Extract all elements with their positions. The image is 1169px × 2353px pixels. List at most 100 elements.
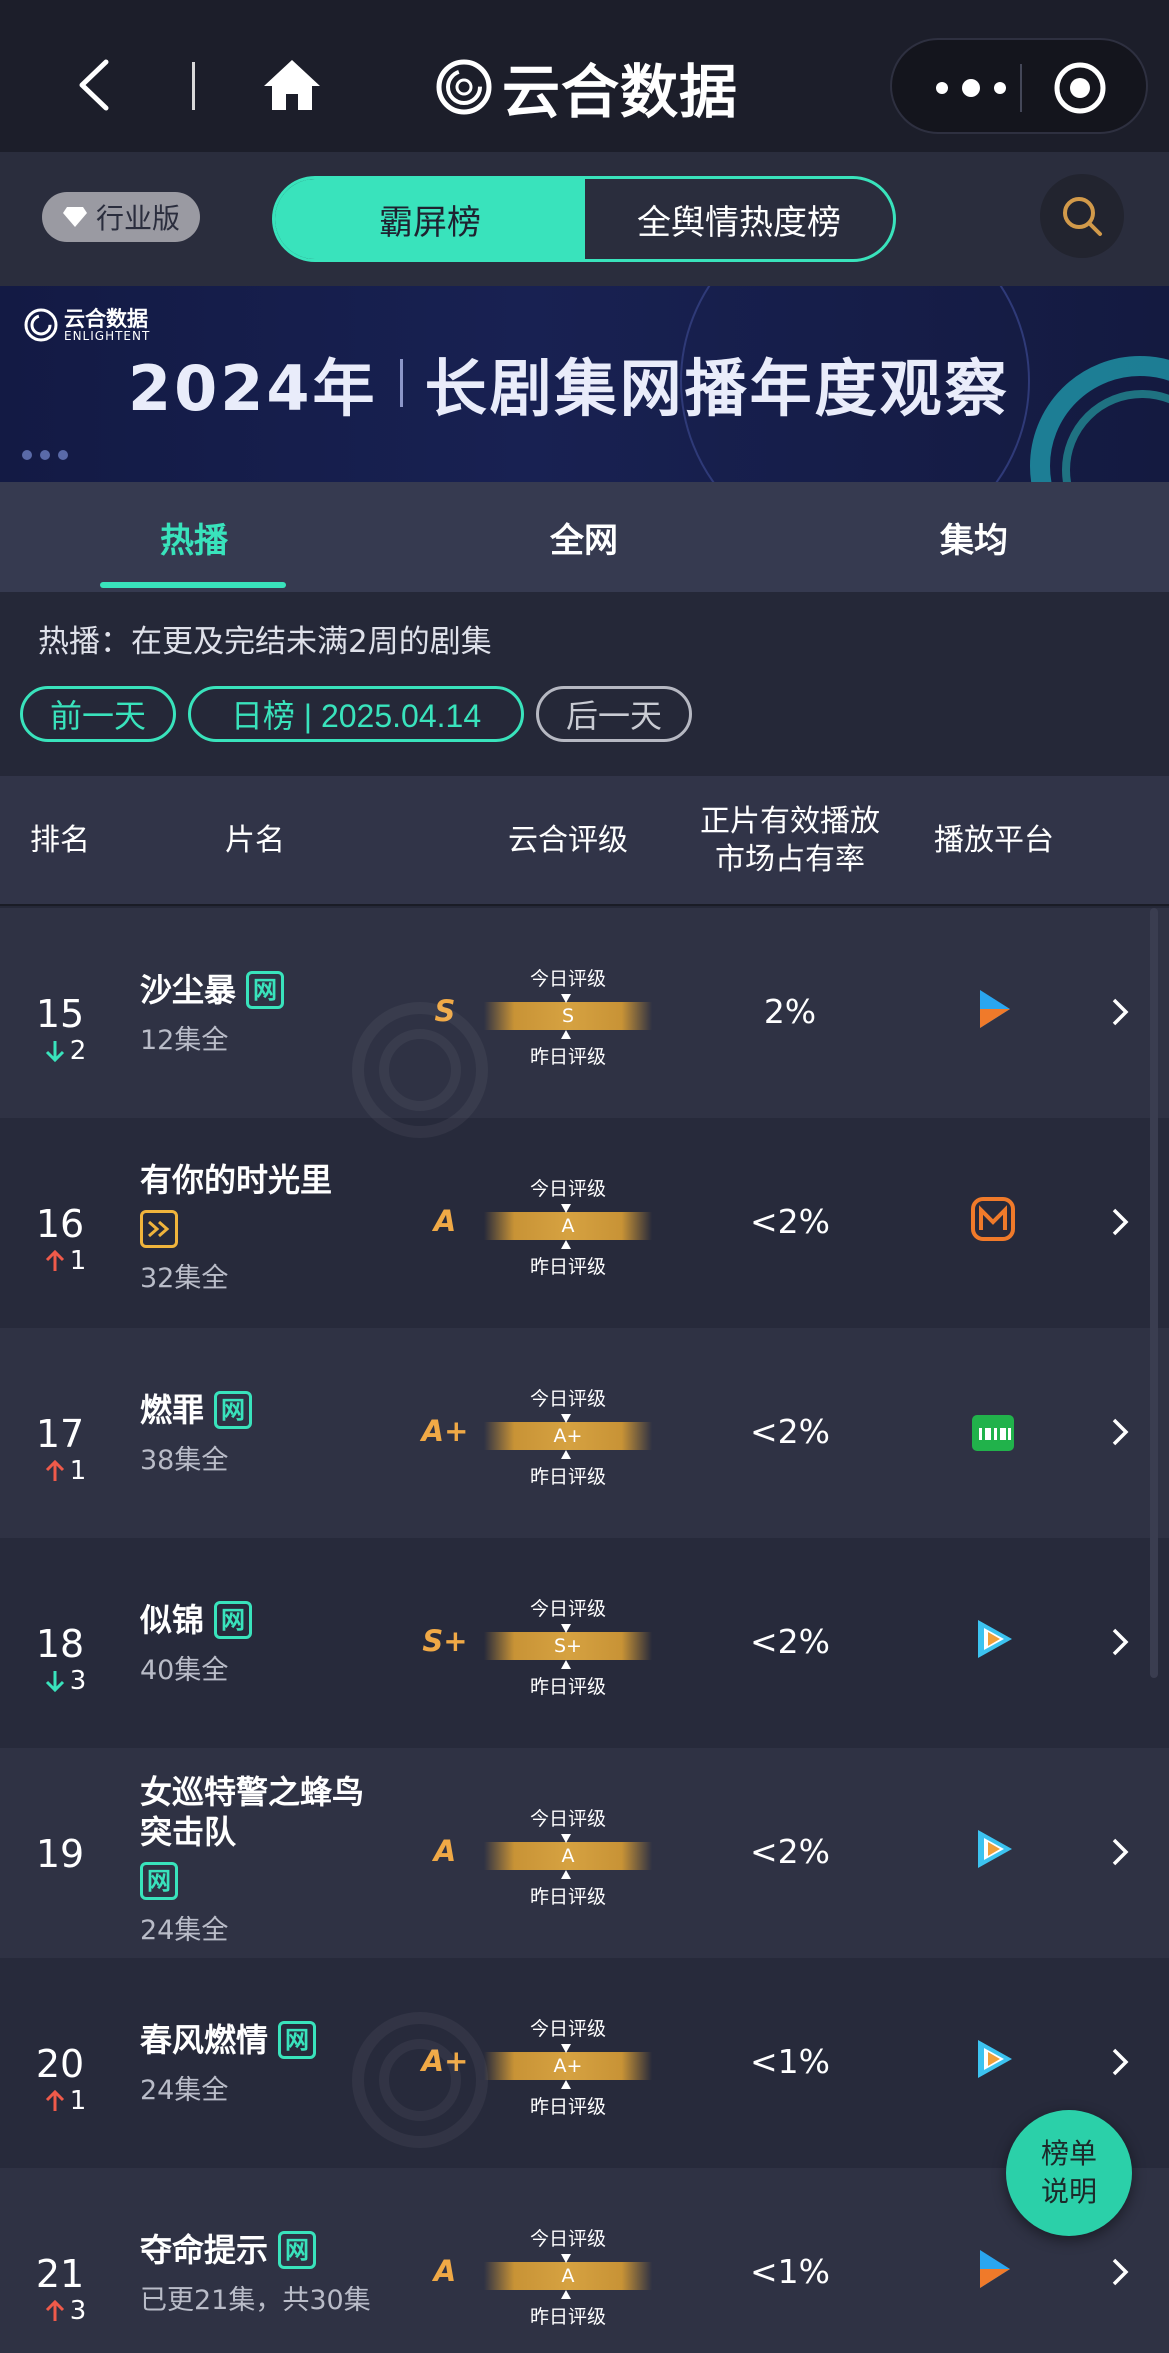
network-drama-badge: 网 [278,2231,317,2269]
yunhe-grade: A [433,2254,457,2288]
banner-title-text: 长剧集网播年度观察 [424,352,1010,425]
network-drama-badge: 网 [246,971,285,1009]
banner-logo-name: 云合数据 [64,307,148,331]
drama-title: 女巡特警之蜂鸟突击队 [140,1773,365,1851]
table-row[interactable]: 19 女巡特警之蜂鸟突击队网 24集全 A 今日评级 A 昨日评级 <2% [0,1748,1169,1958]
today-marker [561,1834,571,1843]
market-share: <2% [749,1412,830,1451]
previous-day-button[interactable]: 前一天 [20,686,176,742]
rank-number: 21 [35,2252,85,2296]
today-rating-label: 今日评级 [529,968,606,990]
tab-all-network[interactable]: 全网 [434,482,734,592]
rank-change: 1 [30,2086,100,2116]
chevron-right-icon[interactable] [1108,2044,1132,2080]
rank-number: 16 [35,1202,85,1246]
drama-title: 春风燃情 [140,2021,269,2059]
arrow-up-icon [45,1249,64,1271]
banner-logo: 云合数据 ENLIGHTENT [24,308,150,342]
today-rating-label: 今日评级 [529,1178,606,1200]
chevron-right-icon[interactable] [1108,1834,1132,1870]
market-share: 2% [763,992,817,1031]
yunhe-grade: S+ [422,1624,468,1658]
banner-pagination [22,450,68,460]
header-market-share-line1: 正片有效播放 [700,804,880,839]
ranking-explanation-button[interactable]: 榜单 说明 [1006,2110,1132,2236]
table-row[interactable]: 18 3 似锦网 40集全 S+ 今日评级 S+ 昨日评级 <2% [0,1538,1169,1748]
header-title: 片名 [225,823,285,858]
edition-label: 行业版 [95,202,180,235]
drama-title: 似锦 [140,1601,205,1639]
table-row[interactable]: 17 1 燃罪网 38集全 A+ 今日评级 A+ 昨日评级 <2% [0,1328,1169,1538]
rank-number: 18 [35,1622,85,1666]
chevron-right-icon[interactable] [1108,2254,1132,2290]
header-platform: 播放平台 [934,823,1054,858]
brand-logo-icon [436,59,492,115]
yesterday-rating-label: 昨日评级 [529,2096,606,2118]
rank-change-value: 3 [69,2296,87,2326]
date-picker-button[interactable]: 日榜 | 2025.04.14 [188,686,524,742]
segment-dominance-ranking[interactable]: 霸屏榜 [275,179,585,259]
rating-bar-grade: A [561,1845,575,1867]
fast-forward-icon [148,1220,170,1238]
arrow-up-icon [45,1459,64,1481]
banner-title: 2024年 长剧集网播年度观察 [128,338,1010,428]
mango-tv-icon [971,1197,1015,1241]
rating-bar: A [484,2262,652,2290]
yesterday-marker [561,2290,571,2299]
rank-number: 19 [35,1832,85,1876]
rank-number: 15 [35,992,85,1036]
scrollbar[interactable] [1150,908,1158,1678]
chevron-right-icon[interactable] [1108,1204,1132,1240]
search-button[interactable] [1040,174,1124,258]
rating-bar-grade: S+ [554,1635,582,1657]
episode-status: 24集全 [140,1915,229,1946]
tab-hot[interactable]: 热播 [44,482,344,592]
chevron-right-icon[interactable] [1108,1624,1132,1660]
rating-indicator: 今日评级 A 昨日评级 [478,1174,658,1284]
today-rating-label: 今日评级 [529,1388,606,1410]
fab-label-line2: 说明 [1040,2175,1097,2208]
table-row[interactable]: 20 1 春风燃情网 24集全 A+ 今日评级 A+ 昨日评级 <1% [0,1958,1169,2168]
yesterday-rating-label: 昨日评级 [529,2306,606,2328]
rating-indicator: 今日评级 S+ 昨日评级 [478,1594,658,1704]
home-icon[interactable] [262,58,322,112]
yunhe-grade: A+ [421,1414,469,1448]
edition-badge[interactable]: 行业版 [42,192,200,242]
next-day-button[interactable]: 后一天 [536,686,692,742]
header-market-share: 正片有效播放 市场占有率 [680,776,900,906]
tab-per-episode[interactable]: 集均 [824,482,1124,592]
rating-bar: A+ [484,2052,652,2080]
segment-public-opinion-ranking[interactable]: 全舆情热度榜 [585,179,893,259]
table-row[interactable]: 16 1 有你的时光里 32集全 A 今日评级 A 昨日评级 <2% [0,1118,1169,1328]
rank-change: 2 [30,1036,100,1066]
chevron-right-icon[interactable] [1108,994,1132,1030]
today-rating-label: 今日评级 [529,1598,606,1620]
back-icon[interactable] [72,58,116,112]
ranking-list: 15 2 沙尘暴网 12集全 S 今日评级 S 昨日评级 2% 16 1 有你的… [0,908,1169,2353]
drama-title: 燃罪 [140,1391,205,1429]
yesterday-rating-label: 昨日评级 [529,1256,606,1278]
table-header: 排名 片名 云合评级 正片有效播放 市场占有率 播放平台 [0,776,1169,906]
rating-bar: A+ [484,1422,652,1450]
promo-banner[interactable]: 云合数据 ENLIGHTENT 2024年 长剧集网播年度观察 [0,286,1169,482]
table-row[interactable]: 21 3 夺命提示网 已更21集，共30集 A 今日评级 A 昨日评级 <1% [0,2168,1169,2353]
active-tab-indicator [100,582,286,588]
episode-status: 32集全 [140,1263,229,1294]
rating-bar: S+ [484,1632,652,1660]
nav-divider [192,62,195,110]
episode-status: 38集全 [140,1445,229,1476]
chevron-right-icon[interactable] [1108,1414,1132,1450]
top-nav-bar: 云合数据 [0,0,1169,152]
today-marker [561,2044,571,2053]
rank-change-value: 3 [69,1666,87,1696]
arrow-down-icon [45,1671,64,1693]
table-row[interactable]: 15 2 沙尘暴网 12集全 S 今日评级 S 昨日评级 2% [0,908,1169,1118]
close-miniprogram-icon[interactable] [1052,60,1108,116]
network-drama-badge: 网 [278,2021,317,2059]
yunhe-grade: A+ [421,2044,469,2078]
more-icon[interactable] [928,68,1014,108]
drama-title: 沙尘暴 [140,971,237,1009]
drama-title: 有你的时光里 [140,1161,333,1199]
yesterday-rating-label: 昨日评级 [529,1676,606,1698]
drama-info: 春风燃情网 24集全 [140,2020,380,2107]
